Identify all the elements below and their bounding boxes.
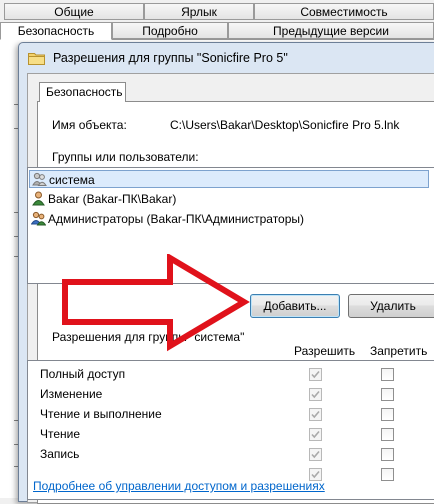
object-name-label: Имя объекта: xyxy=(52,118,127,132)
permission-modify: Изменение xyxy=(40,387,103,401)
deny-checkbox[interactable] xyxy=(381,388,394,401)
bg-tab-general[interactable]: Общие xyxy=(4,3,144,20)
bg-tab-shortcut[interactable]: Ярлык xyxy=(144,3,254,20)
deny-checkbox[interactable] xyxy=(381,408,394,421)
bg-tab-previous-versions[interactable]: Предыдущие версии xyxy=(228,22,434,39)
remove-button[interactable]: Удалить xyxy=(348,294,434,318)
allow-column-header: Разрешить xyxy=(294,344,356,358)
deny-column-header: Запретить xyxy=(370,344,428,358)
red-arrow-annotation-icon xyxy=(62,254,250,352)
deny-checkbox[interactable] xyxy=(381,448,394,461)
deny-checkbox[interactable] xyxy=(381,428,394,441)
folder-icon xyxy=(28,53,45,65)
permission-read-execute: Чтение и выполнение xyxy=(40,407,162,421)
deny-checkbox[interactable] xyxy=(381,468,394,481)
allow-checkbox[interactable] xyxy=(309,408,322,421)
permission-full-control: Полный доступ xyxy=(40,367,126,381)
allow-checkbox[interactable] xyxy=(309,448,322,461)
list-item-bakar[interactable]: Bakar (Bakar-ПК\Bakar) xyxy=(31,190,176,208)
allow-checkbox[interactable] xyxy=(309,368,322,381)
bg-tab-security[interactable]: Безопасность xyxy=(0,22,112,40)
system-users-icon xyxy=(32,172,47,186)
user-icon xyxy=(32,191,45,206)
allow-checkbox[interactable] xyxy=(309,388,322,401)
dialog-titlebar[interactable]: Разрешения для группы "Sonicfire Pro 5" xyxy=(19,43,434,73)
permission-write: Запись xyxy=(40,447,80,461)
permission-read: Чтение xyxy=(40,427,81,441)
tab-security[interactable]: Безопасность xyxy=(39,82,126,102)
allow-checkbox[interactable] xyxy=(309,428,322,441)
bg-tab-compatibility[interactable]: Совместимость xyxy=(254,3,434,20)
list-item-system[interactable]: система xyxy=(29,170,429,188)
deny-checkbox[interactable] xyxy=(381,368,394,381)
list-item-administrators[interactable]: Администраторы (Bakar-ПК\Администраторы) xyxy=(31,210,304,228)
bg-tab-details[interactable]: Подробно xyxy=(112,22,228,39)
user-name: Администраторы (Bakar-ПК\Администраторы) xyxy=(48,212,305,226)
background-tab-strip: Общие Ярлык Совместимость Безопасность П… xyxy=(0,0,434,40)
user-name: Bakar (Bakar-ПК\Bakar) xyxy=(48,192,177,206)
access-control-help-link[interactable]: Подробнее об управлении доступом и разре… xyxy=(33,479,325,493)
add-button[interactable]: Добавить... xyxy=(250,294,340,318)
dialog-title: Разрешения для группы "Sonicfire Pro 5" xyxy=(53,51,288,65)
groups-label: Группы или пользователи: xyxy=(52,150,199,164)
group-users-icon xyxy=(31,211,46,226)
user-name: система xyxy=(49,173,95,187)
object-path-value: C:\Users\Bakar\Desktop\Sonicfire Pro 5.l… xyxy=(170,118,400,132)
